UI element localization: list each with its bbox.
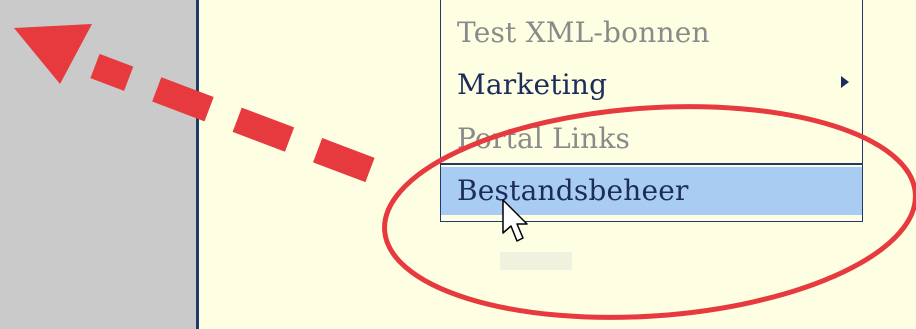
- chevron-right-icon: [841, 76, 849, 88]
- left-panel: [0, 0, 196, 329]
- menu-item-label: Bestandsbeheer: [457, 174, 689, 207]
- menu-item-marketing[interactable]: Marketing: [441, 63, 862, 107]
- dropdown-menu: Test XML-bonnen Marketing Portal Links B…: [440, 0, 863, 222]
- menu-item-portal-links[interactable]: Portal Links: [441, 117, 862, 161]
- menu-separator: [441, 163, 862, 165]
- menu-item-test-xml-bonnen[interactable]: Test XML-bonnen: [441, 11, 862, 55]
- faded-element: [500, 252, 572, 270]
- menu-item-label: Test XML-bonnen: [457, 16, 710, 49]
- menu-item-label: Marketing: [457, 68, 608, 101]
- menu-item-bestandsbeheer[interactable]: Bestandsbeheer: [441, 167, 862, 215]
- menu-item-label: Portal Links: [457, 122, 631, 155]
